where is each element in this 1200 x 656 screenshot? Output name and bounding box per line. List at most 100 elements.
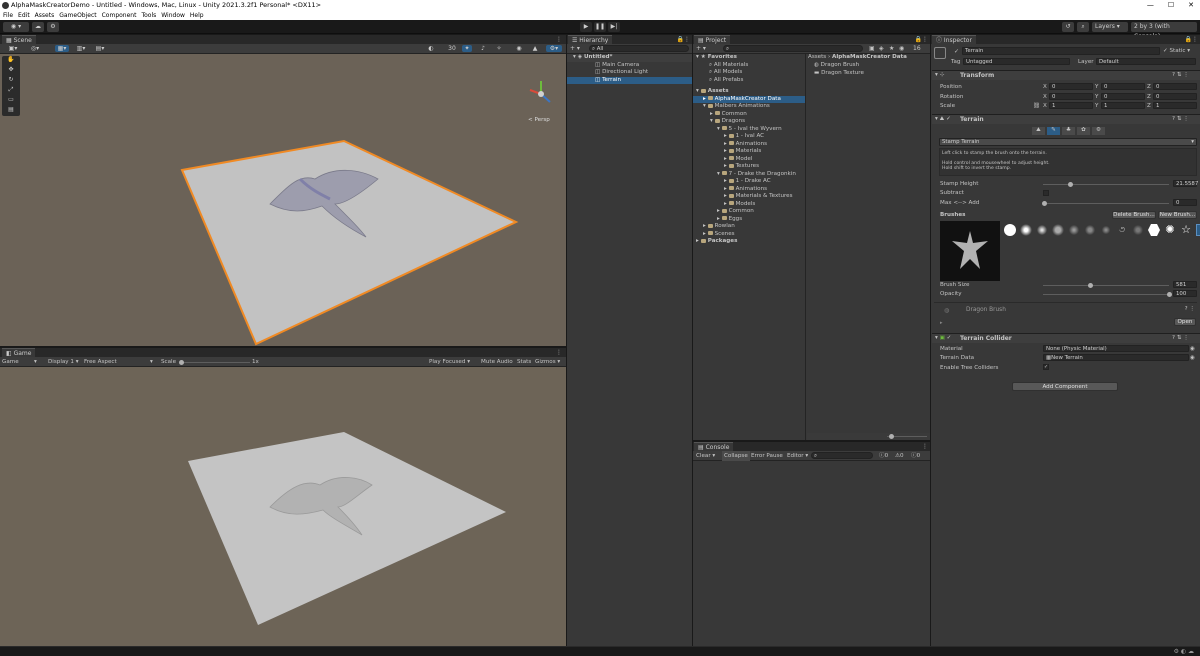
terrain-data-field[interactable]: ▦New Terrain xyxy=(1043,354,1189,361)
brush-swirl[interactable]: ૭ xyxy=(1116,224,1128,236)
gizmo-pivot-button[interactable]: ◎▾ xyxy=(28,45,42,52)
rect-tool-icon[interactable]: ▭ xyxy=(2,96,20,106)
hand-tool-icon[interactable]: ✋ xyxy=(2,56,20,66)
file-dragon-texture[interactable]: ▬ Dragon Texture xyxy=(814,70,864,78)
assets-header[interactable]: ▾ Assets xyxy=(696,88,729,96)
brush-hard-round[interactable] xyxy=(1004,224,1016,236)
effects-icon[interactable]: ✧ xyxy=(494,45,504,52)
brush-soft-round[interactable] xyxy=(1020,224,1032,236)
project-tree-item[interactable]: ▸ Textures xyxy=(724,163,759,171)
terrain-tool-dropdown[interactable]: Stamp Terrain ▾ xyxy=(939,138,1197,146)
chevron-down-icon[interactable]: ▾ xyxy=(717,171,722,177)
brush-dragon-selected[interactable] xyxy=(1196,224,1200,236)
menu-assets[interactable]: Assets xyxy=(35,11,55,20)
error-count-toggle[interactable]: ⓘ0 xyxy=(911,451,920,461)
stamp-height-field[interactable]: 21.5587 xyxy=(1173,180,1198,187)
collab-icon[interactable]: ⚙ xyxy=(47,22,59,32)
active-checkbox[interactable]: ✓ xyxy=(954,48,959,55)
brush-hexagon[interactable] xyxy=(1148,224,1160,236)
snap-button[interactable]: ▥▾ xyxy=(74,45,88,52)
aspect-dropdown[interactable]: Free Aspect xyxy=(84,357,117,367)
brush-burst[interactable]: ✺ xyxy=(1164,224,1176,236)
transform-foldout-icon[interactable]: ▾ ⊹ xyxy=(935,72,944,78)
inspector-menu-icon[interactable]: ⋮ xyxy=(1192,35,1198,44)
transform-y-field[interactable]: 0 xyxy=(1101,83,1145,90)
search-by-label-icon[interactable]: ◈ xyxy=(879,44,884,54)
brush-mid[interactable] xyxy=(1052,224,1064,236)
persp-label[interactable]: < Persp xyxy=(528,117,550,123)
tab-game[interactable]: ◧ Game xyxy=(2,348,36,357)
tab-project[interactable]: ▤ Project xyxy=(694,35,731,44)
chevron-right-icon[interactable]: ▸ xyxy=(724,133,729,139)
favorites-header[interactable]: ▾ ★ Favorites xyxy=(696,54,737,62)
opacity-field[interactable]: 100 xyxy=(1173,290,1197,297)
play-focused-dropdown[interactable]: Play Focused ▾ xyxy=(429,357,470,367)
project-tree-item[interactable]: ▾ 7 - Drake the Dragonkin xyxy=(717,171,796,179)
collapse-toggle[interactable]: Collapse xyxy=(722,451,750,461)
terrain-foldout-icon[interactable]: ▾ ⛰ ✓ xyxy=(935,116,951,123)
add-component-button[interactable]: Add Component xyxy=(1012,382,1118,391)
chevron-right-icon[interactable]: ▸ xyxy=(717,216,722,222)
max-add-knob[interactable] xyxy=(1042,201,1047,206)
chevron-right-icon[interactable]: ▸ xyxy=(703,223,708,229)
chevron-right-icon[interactable]: ▸ xyxy=(724,178,729,184)
fav-all-prefabs[interactable]: ⌕ All Prefabs xyxy=(709,77,743,85)
inspector-lock-icon[interactable]: 🔒 xyxy=(1185,35,1192,44)
mute-audio-toggle[interactable]: Mute Audio xyxy=(481,357,513,367)
brush-noise-2[interactable] xyxy=(1084,224,1096,236)
menu-help[interactable]: Help xyxy=(190,11,204,20)
subtract-checkbox[interactable] xyxy=(1043,190,1049,196)
create-button[interactable]: + ▾ xyxy=(570,44,580,54)
fav-all-models[interactable]: ⌕ All Models xyxy=(709,69,742,77)
audio-icon[interactable]: ♪ xyxy=(478,45,488,52)
scale-slider-knob[interactable] xyxy=(179,360,184,365)
hierarchy-lock-icon[interactable]: 🔒 xyxy=(677,35,684,44)
project-create-button[interactable]: + ▾ xyxy=(696,44,706,54)
hidden-objects-icon[interactable]: ◉ xyxy=(514,45,524,52)
project-tree-item[interactable]: ▸ Materials xyxy=(724,148,761,156)
open-brush-button[interactable]: Open xyxy=(1174,318,1196,326)
chevron-down-icon[interactable]: ▾ xyxy=(717,126,722,132)
layer-dropdown[interactable]: Default xyxy=(1096,58,1196,65)
chevron-right-icon[interactable]: ▸ xyxy=(724,193,729,199)
terrain-collider-header[interactable]: Terrain Collider xyxy=(932,333,1200,343)
cloud-icon[interactable]: ☁ xyxy=(32,22,44,32)
favorite-search-icon[interactable]: ★ xyxy=(889,44,894,54)
raise-terrain-icon[interactable]: ⛰ xyxy=(1032,127,1045,135)
hierarchy-item-main-camera[interactable]: ◫ Main Camera xyxy=(567,62,639,70)
project-tree-item[interactable]: ▸ 1 - Drake AC xyxy=(724,178,771,186)
project-tree-item[interactable]: ▸ Common xyxy=(717,208,754,216)
console-search-input[interactable]: ⌕ xyxy=(811,452,873,459)
scene-viewport[interactable]: < Persp ✋ ✥ ↻ ⤢ ▭ ▤ xyxy=(0,54,566,346)
project-tree-item[interactable]: ▸ Scenes xyxy=(703,231,735,239)
object-name-field[interactable]: Terrain xyxy=(962,47,1160,55)
hidden-packages-icon[interactable]: ◉ xyxy=(899,44,904,54)
collider-help-icon[interactable]: ? ⇅ ⋮ xyxy=(1172,335,1189,341)
log-count-toggle[interactable]: ⓘ0 xyxy=(879,451,888,461)
console-menu-icon[interactable]: ⋮ xyxy=(922,442,928,451)
brush-asset-menu-icon[interactable]: ? ⋮ xyxy=(1185,306,1195,312)
file-dragon-brush[interactable]: ◍ Dragon Brush xyxy=(814,62,859,70)
project-tree-item[interactable]: ▾ 5 - Ival the Wyvern xyxy=(717,126,782,134)
error-pause-toggle[interactable]: Error Pause xyxy=(751,451,783,461)
tag-dropdown[interactable]: Untagged xyxy=(963,58,1070,65)
draw-2d-button[interactable]: 30 xyxy=(446,45,458,52)
chevron-right-icon[interactable]: ▸ xyxy=(710,111,715,117)
draw-mode-button[interactable]: ▣▾ xyxy=(6,45,20,52)
transform-x-field[interactable]: 1 xyxy=(1049,102,1093,109)
close-button[interactable]: ✕ xyxy=(1188,0,1194,11)
project-search-input[interactable]: ⌕ xyxy=(723,45,863,52)
static-toggle[interactable]: ✓ Static ▾ xyxy=(1163,48,1190,54)
max-add-field[interactable]: 0 xyxy=(1173,199,1197,206)
layers-dropdown[interactable]: Layers ▾ xyxy=(1092,22,1128,32)
project-tree-item[interactable]: ▸ AlphaMaskCreator Data xyxy=(693,95,805,103)
tree-colliders-checkbox[interactable]: ✓ xyxy=(1043,364,1049,370)
transform-y-field[interactable]: 0 xyxy=(1101,92,1145,100)
play-button[interactable]: ▶ xyxy=(580,22,592,32)
menu-component[interactable]: Component xyxy=(102,11,137,20)
scale-slider-track[interactable] xyxy=(180,362,250,363)
terrain-data-picker-icon[interactable]: ◉ xyxy=(1190,355,1195,361)
tree-icon[interactable]: ♣ xyxy=(1062,127,1075,135)
new-brush-button[interactable]: New Brush... xyxy=(1158,211,1197,219)
hierarchy-menu-icon[interactable]: ⋮ xyxy=(684,35,690,44)
